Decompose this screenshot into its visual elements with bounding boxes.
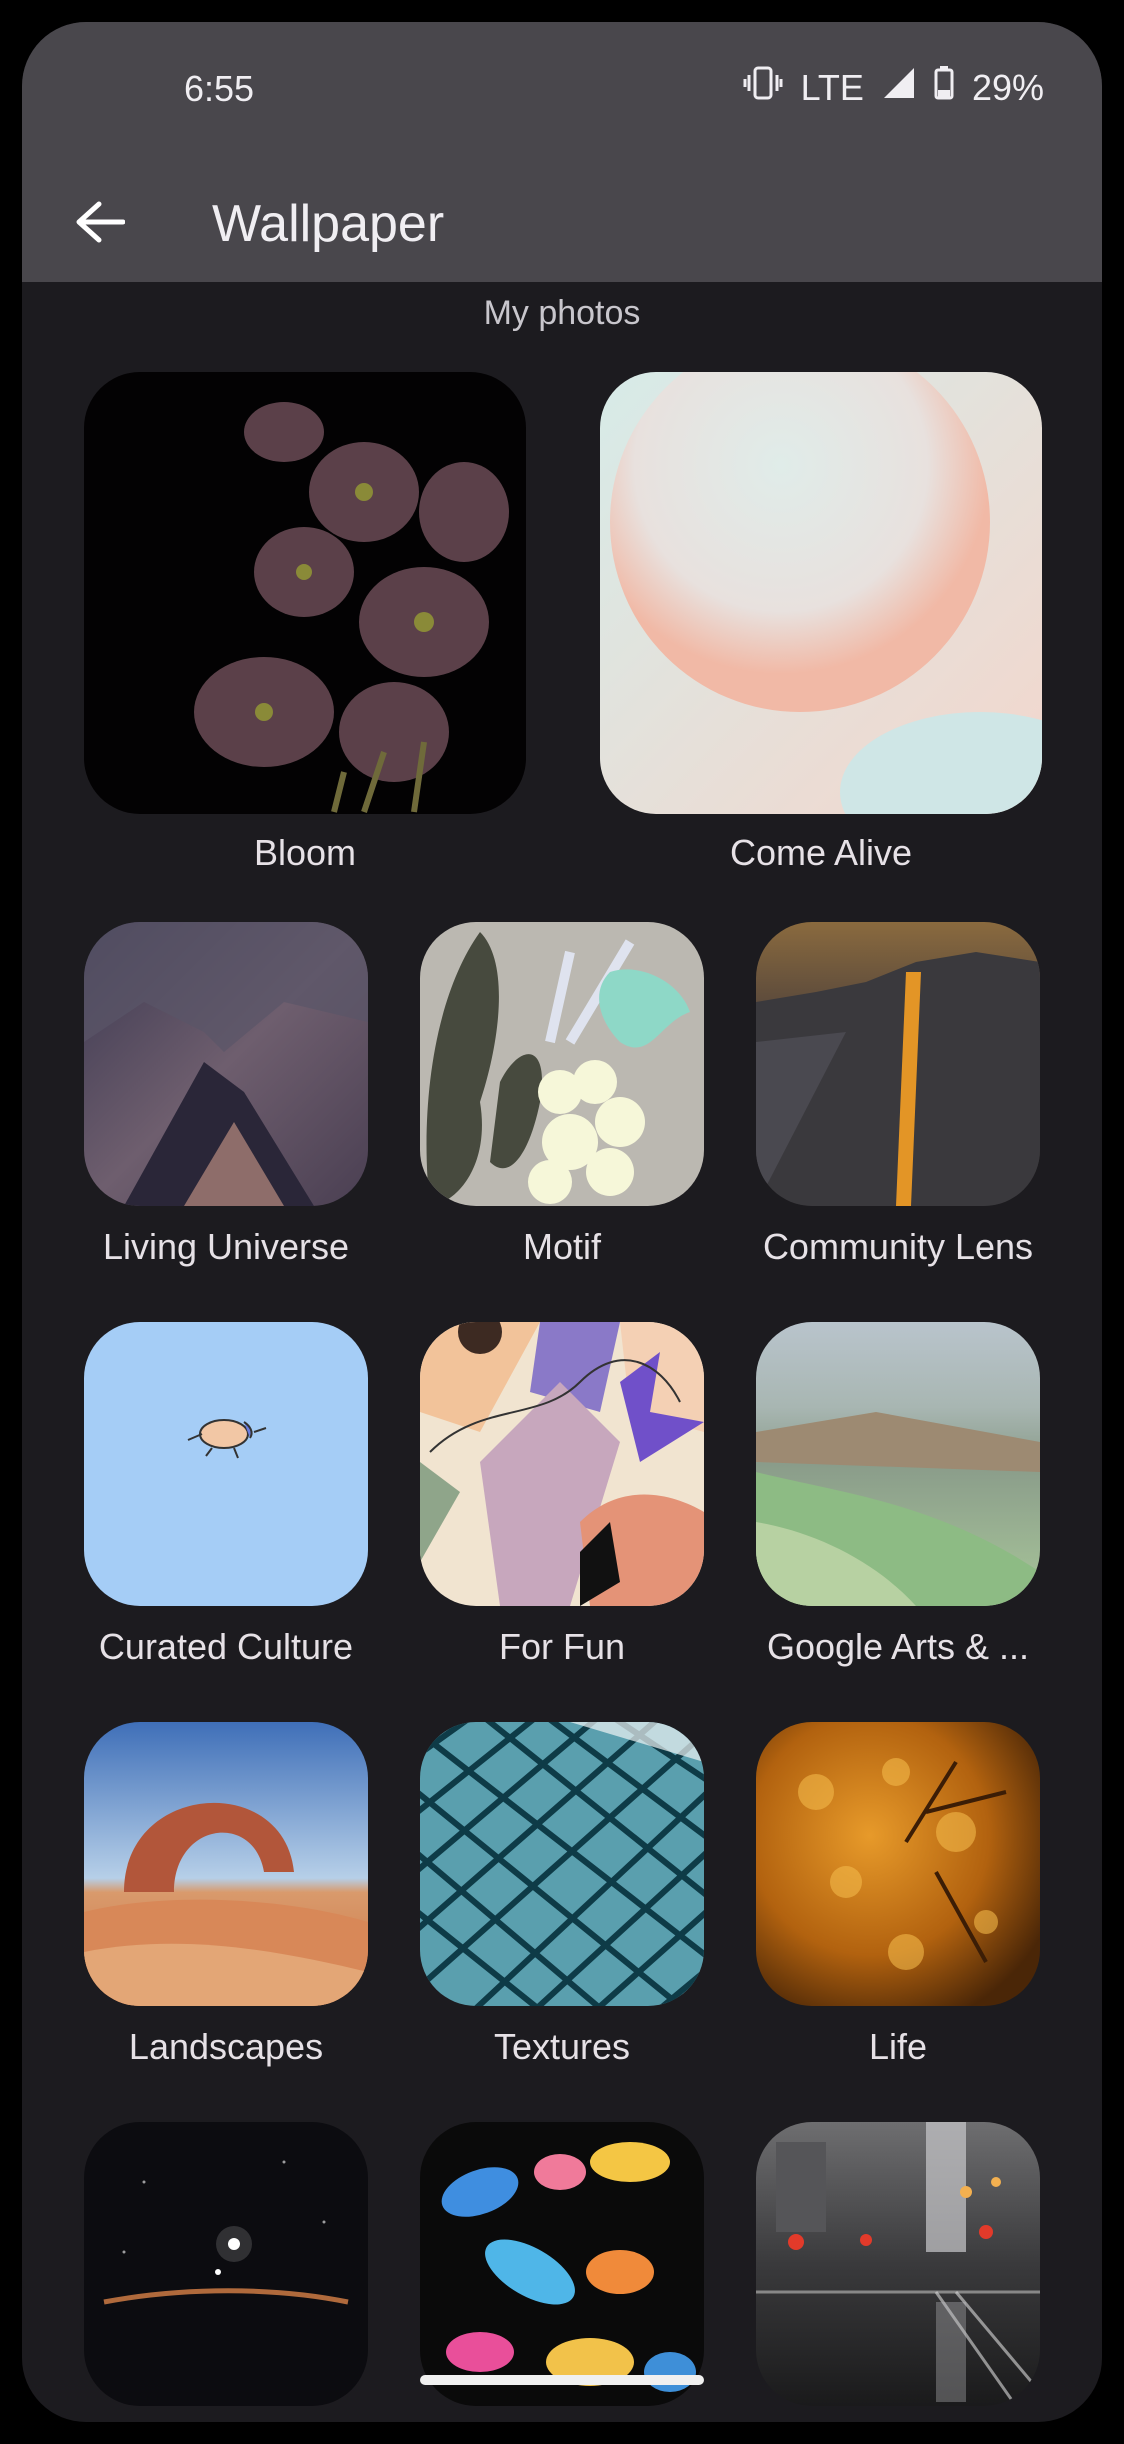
bloom-thumbnail	[84, 372, 526, 814]
status-time: 6:55	[184, 68, 255, 109]
gesture-nav-bar[interactable]	[420, 2375, 704, 2385]
category-tile-space[interactable]	[84, 2122, 368, 2406]
living-universe-thumbnail	[84, 922, 368, 1206]
motif-thumbnail	[420, 922, 704, 1206]
category-label: Textures	[493, 2026, 631, 2067]
category-label: For Fun	[498, 1626, 626, 1667]
device-screen: 6:55 LTE 29% Wallpaper My photos Bloom C…	[22, 22, 1102, 2422]
top-bar: 6:55 LTE 29% Wallpaper	[22, 22, 1102, 282]
category-label: Google Arts & ...	[766, 1626, 1030, 1667]
vibrate-icon	[743, 66, 783, 109]
wallpaper-categories: My photos Bloom Come Alive Living Univer…	[22, 282, 1102, 2422]
category-tile-paint-splash[interactable]	[420, 2122, 704, 2406]
paint-splash-thumbnail	[420, 2122, 704, 2406]
community-lens-thumbnail	[756, 922, 1040, 1206]
page-title: Wallpaper	[212, 195, 445, 253]
curated-culture-thumbnail	[84, 1322, 368, 1606]
category-label: Motif	[522, 1226, 601, 1267]
category-tile-motif[interactable]	[420, 922, 704, 1206]
category-tile-come-alive[interactable]	[600, 372, 1042, 814]
category-tile-life[interactable]	[756, 1722, 1040, 2006]
category-tile-city-rain[interactable]	[756, 2122, 1040, 2406]
category-tile-community-lens[interactable]	[756, 922, 1040, 1206]
category-label: Bloom	[253, 832, 357, 873]
battery-level: 29%	[971, 66, 1044, 108]
category-tile-living-universe[interactable]	[84, 922, 368, 1206]
life-thumbnail	[756, 1722, 1040, 2006]
category-label: Landscapes	[128, 2026, 324, 2067]
category-tile-bloom[interactable]	[84, 372, 526, 814]
for-fun-thumbnail	[420, 1322, 704, 1606]
google-arts-thumbnail	[756, 1322, 1040, 1606]
category-tile-textures[interactable]	[420, 1722, 704, 2006]
category-tile-for-fun[interactable]	[420, 1322, 704, 1606]
category-label: Living Universe	[102, 1226, 350, 1267]
network-type: LTE	[800, 66, 864, 108]
come-alive-thumbnail	[600, 372, 1042, 814]
category-label: Curated Culture	[98, 1626, 354, 1667]
landscapes-thumbnail	[84, 1722, 368, 2006]
category-label: Come Alive	[729, 832, 913, 873]
battery-icon	[934, 66, 954, 109]
back-arrow-icon[interactable]	[70, 192, 130, 252]
section-title-my-photos[interactable]: My photos	[22, 294, 1102, 333]
category-tile-google-arts[interactable]	[756, 1322, 1040, 1606]
category-tile-curated-culture[interactable]	[84, 1322, 368, 1606]
category-label: Community Lens	[762, 1226, 1034, 1267]
app-bar: Wallpaper	[22, 162, 1102, 282]
category-label: Life	[868, 2026, 928, 2067]
status-icons: LTE 29%	[743, 66, 1044, 109]
city-rain-thumbnail	[756, 2122, 1040, 2406]
signal-icon	[882, 66, 916, 109]
status-bar: 6:55 LTE 29%	[22, 22, 1102, 142]
textures-thumbnail	[420, 1722, 704, 2006]
space-thumbnail	[84, 2122, 368, 2406]
category-tile-landscapes[interactable]	[84, 1722, 368, 2006]
